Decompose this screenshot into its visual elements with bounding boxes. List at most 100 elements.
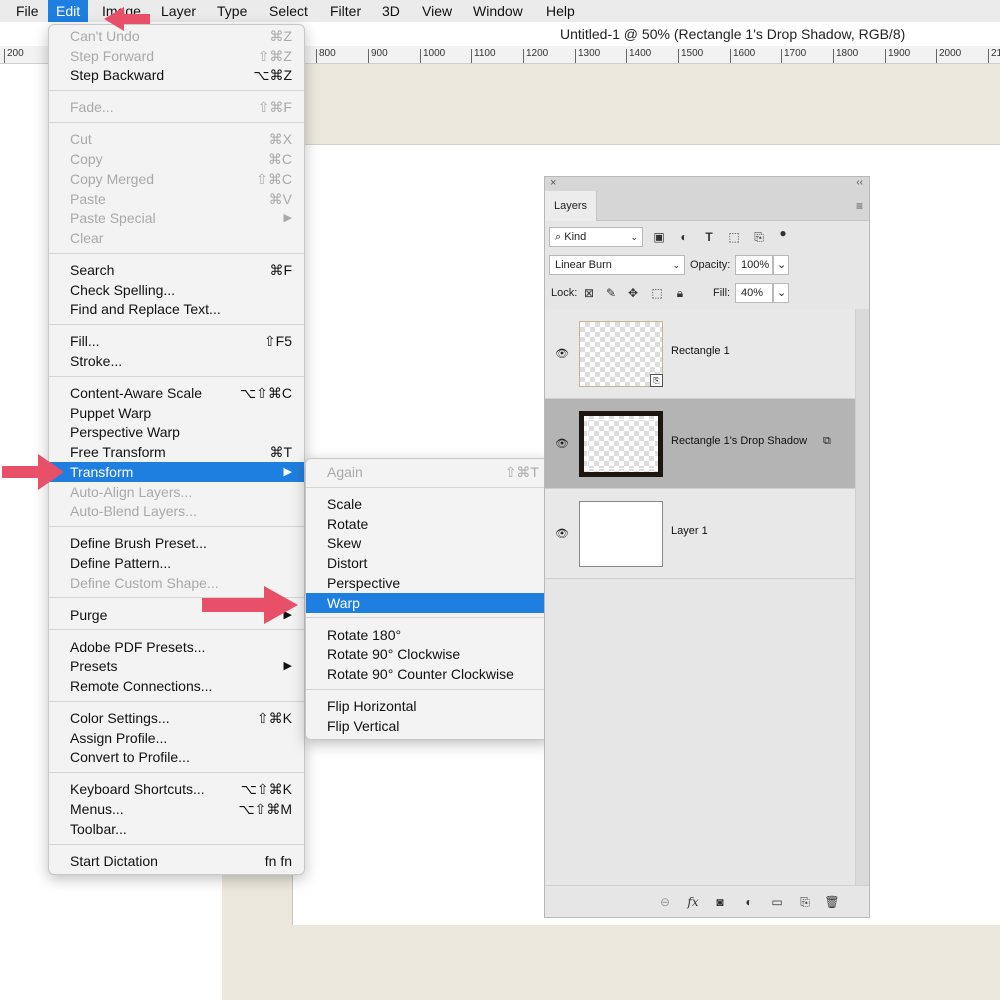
arrow-pointing-edit-menu: [104, 7, 150, 31]
collapse-icon[interactable]: ‹‹: [856, 177, 863, 188]
menu-item-convert-to-profile[interactable]: Convert to Profile...: [49, 747, 304, 767]
eye-icon[interactable]: 👁︎: [555, 347, 569, 360]
menu-edit[interactable]: Edit: [48, 0, 89, 22]
fx-icon[interactable]: fx: [685, 894, 701, 910]
layers-scrollbar[interactable]: [855, 309, 869, 885]
opacity-field[interactable]: 100%: [735, 255, 773, 275]
menu-item-remote-connections[interactable]: Remote Connections...: [49, 676, 304, 696]
trash-icon[interactable]: 🗑︎: [824, 894, 840, 910]
menu-item-rotate-90-counter-clockwise[interactable]: Rotate 90° Counter Clockwise: [306, 664, 551, 684]
menu-filter[interactable]: Filter: [322, 0, 369, 22]
menu-separator: [306, 688, 551, 690]
menu-item-label: Color Settings...: [70, 710, 170, 726]
new-group-icon[interactable]: ▭: [769, 894, 785, 910]
menu-item-puppet-warp[interactable]: Puppet Warp: [49, 403, 304, 423]
menu-item-check-spelling[interactable]: Check Spelling...: [49, 280, 304, 300]
menu-item-label: Check Spelling...: [70, 281, 176, 298]
layer-thumbnail: ⎘: [579, 321, 663, 387]
menu-item-auto-align-layers: Auto-Align Layers...: [49, 482, 304, 502]
menu-item-flip-vertical[interactable]: Flip Vertical: [306, 716, 551, 736]
menu-separator: [49, 90, 304, 92]
panel-menu-icon[interactable]: ≡: [856, 199, 863, 213]
menu-help[interactable]: Help: [538, 0, 583, 22]
menu-item-adobe-pdf-presets[interactable]: Adobe PDF Presets...: [49, 637, 304, 657]
menu-3d[interactable]: 3D: [374, 0, 408, 22]
filter-toggle-icon[interactable]: ●: [775, 225, 791, 241]
menu-item-label: Clear: [70, 229, 104, 246]
menu-item-paste: Paste ⌘V: [49, 189, 304, 209]
ruler-tick-label: 1900: [885, 49, 910, 63]
menu-item-stroke[interactable]: Stroke...: [49, 351, 304, 371]
menu-item-flip-horizontal[interactable]: Flip Horizontal: [306, 696, 551, 716]
menu-view[interactable]: View: [414, 0, 460, 22]
menu-item-rotate-90-clockwise[interactable]: Rotate 90° Clockwise: [306, 644, 551, 664]
menu-item-fill[interactable]: Fill... ⇧F5: [49, 331, 304, 351]
type-filter-icon[interactable]: T: [701, 229, 717, 245]
menu-item-scale[interactable]: Scale: [306, 494, 551, 514]
menu-item-transform[interactable]: Transform ▶: [49, 461, 304, 482]
link-layers-icon[interactable]: ⊖: [657, 894, 673, 910]
layer-name[interactable]: Rectangle 1's Drop Shadow: [671, 435, 807, 447]
menu-file[interactable]: File: [8, 0, 47, 22]
eye-icon[interactable]: 👁︎: [555, 437, 569, 450]
menu-item-start-dictation[interactable]: Start Dictation fn fn: [49, 851, 304, 871]
blend-mode-select[interactable]: Linear Burn ⌄: [549, 255, 685, 275]
menu-layer[interactable]: Layer: [153, 0, 204, 22]
smart-object-filter-icon[interactable]: ⎘: [751, 229, 767, 245]
shortcut-label: ⇧⌘T: [504, 464, 539, 480]
menu-item-distort[interactable]: Distort: [306, 553, 551, 573]
lock-artboard-icon[interactable]: ⬚: [649, 285, 665, 301]
lock-all-icon[interactable]: 🔒︎: [672, 285, 688, 301]
menu-item-label: Paste: [70, 190, 106, 207]
ruler-tick-label: 1100: [471, 49, 496, 63]
menu-item-label: Rotate 180°: [327, 626, 402, 643]
adjustment-filter-icon[interactable]: ◐: [676, 229, 692, 245]
menu-item-menus[interactable]: Menus... ⌥⇧⌘M: [49, 799, 304, 819]
adjustment-layer-icon[interactable]: ◐: [741, 894, 757, 910]
menu-item-assign-profile[interactable]: Assign Profile...: [49, 728, 304, 748]
layer-name[interactable]: Rectangle 1: [671, 345, 730, 357]
lock-transparent-pixels-icon[interactable]: ⊠: [581, 285, 597, 301]
menu-window[interactable]: Window: [465, 0, 531, 22]
menu-item-define-pattern[interactable]: Define Pattern...: [49, 553, 304, 573]
submenu-arrow-icon: ▶: [283, 660, 292, 673]
layer-row-drop-shadow[interactable]: 👁︎ Rectangle 1's Drop Shadow ⧉: [545, 399, 855, 489]
fill-field[interactable]: 40%: [735, 283, 773, 303]
shape-filter-icon[interactable]: ⬚: [726, 229, 742, 245]
layer-row-rectangle-1[interactable]: 👁︎ ⎘ Rectangle 1: [545, 309, 855, 399]
image-filter-icon[interactable]: ▣: [651, 229, 667, 245]
menu-item-skew[interactable]: Skew: [306, 533, 551, 553]
menu-item-label: Purge: [70, 606, 108, 623]
eye-icon[interactable]: 👁︎: [555, 527, 569, 540]
menu-item-define-brush-preset[interactable]: Define Brush Preset...: [49, 533, 304, 553]
menu-item-free-transform[interactable]: Free Transform ⌘T: [49, 442, 304, 462]
menu-item-search[interactable]: Search ⌘F: [49, 260, 304, 280]
fill-dropdown[interactable]: ⌄: [773, 283, 789, 303]
menu-item-presets[interactable]: Presets ▶: [49, 656, 304, 676]
menu-item-perspective[interactable]: Perspective: [306, 573, 551, 593]
menu-item-find-and-replace-text[interactable]: Find and Replace Text...: [49, 299, 304, 319]
menu-item-rotate[interactable]: Rotate: [306, 514, 551, 534]
menu-select[interactable]: Select: [261, 0, 316, 22]
menu-item-perspective-warp[interactable]: Perspective Warp: [49, 422, 304, 442]
new-layer-icon[interactable]: ⎘: [797, 894, 813, 910]
lock-image-pixels-icon[interactable]: ✎: [603, 285, 619, 301]
tab-layers[interactable]: Layers: [545, 191, 597, 221]
menu-item-warp[interactable]: Warp: [306, 592, 551, 613]
menu-item-toolbar[interactable]: Toolbar...: [49, 819, 304, 839]
layer-row-layer-1[interactable]: 👁︎ Layer 1: [545, 489, 855, 579]
close-icon[interactable]: ×: [550, 177, 556, 189]
shortcut-label: ⌘F: [269, 261, 292, 278]
menu-item-rotate-180[interactable]: Rotate 180°: [306, 625, 551, 645]
menu-item-keyboard-shortcuts[interactable]: Keyboard Shortcuts... ⌥⇧⌘K: [49, 779, 304, 799]
menu-item-clear: Clear: [49, 228, 304, 248]
filter-kind-select[interactable]: ⌕ Kind ⌄: [549, 227, 643, 247]
menu-item-step-backward[interactable]: Step Backward ⌥⌘Z: [49, 65, 304, 85]
menu-type[interactable]: Type: [209, 0, 255, 22]
menu-item-content-aware-scale[interactable]: Content-Aware Scale ⌥⇧⌘C: [49, 383, 304, 403]
menu-item-color-settings[interactable]: Color Settings... ⇧⌘K: [49, 708, 304, 728]
lock-position-icon[interactable]: ✥: [625, 285, 641, 301]
layer-name[interactable]: Layer 1: [671, 525, 708, 537]
opacity-dropdown[interactable]: ⌄: [773, 255, 789, 275]
add-mask-icon[interactable]: ◙: [712, 894, 728, 910]
